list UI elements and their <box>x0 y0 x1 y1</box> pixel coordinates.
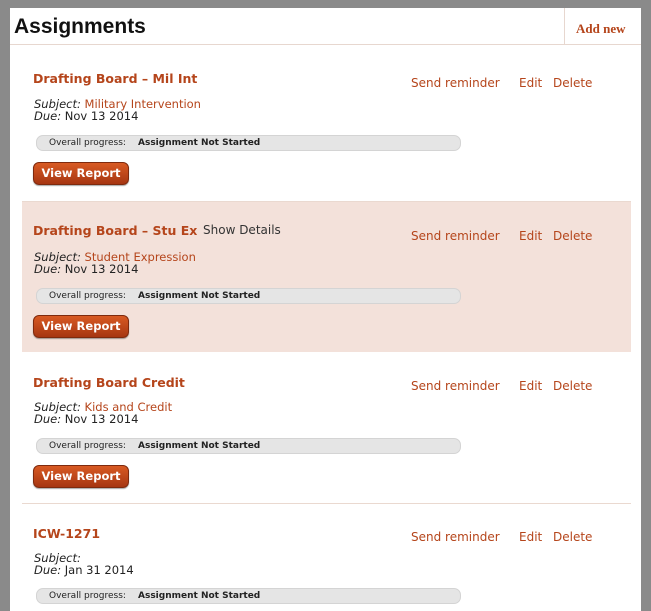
assignment-actions: Send reminder Edit Delete <box>411 76 631 92</box>
assignment-actions: Send reminder Edit Delete <box>411 229 631 245</box>
progress-bar: Overall progress: Assignment Not Started <box>36 135 461 151</box>
page-title: Assignments <box>14 15 146 38</box>
edit-link[interactable]: Edit <box>519 76 542 90</box>
due-date: Nov 13 2014 <box>64 412 139 426</box>
progress-label: Overall progress: <box>49 291 126 301</box>
add-new-cell: Add new <box>564 8 641 44</box>
assignment-title-link[interactable]: Drafting Board – Stu Ex <box>33 223 197 238</box>
edit-link[interactable]: Edit <box>519 229 542 243</box>
assignment-title-link[interactable]: Drafting Board Credit <box>33 375 185 390</box>
progress-label: Overall progress: <box>49 591 126 601</box>
due-line: Due: Nov 13 2014 <box>34 263 138 276</box>
panel-header: Assignments Add new <box>10 8 641 45</box>
send-reminder-link[interactable]: Send reminder <box>411 76 500 90</box>
progress-bar: Overall progress: Assignment Not Started <box>36 588 461 604</box>
assignment-actions: Send reminder Edit Delete <box>411 530 631 546</box>
assignments-panel: Assignments Add new Drafting Board – Mil… <box>10 8 641 611</box>
due-label: Due: <box>34 412 62 426</box>
progress-status: Assignment Not Started <box>138 291 261 301</box>
assignment-title-link[interactable]: Drafting Board – Mil Int <box>33 71 197 86</box>
assignment-item: Drafting Board – Mil Int Send reminder E… <box>22 45 631 202</box>
due-date: Nov 13 2014 <box>64 109 139 123</box>
assignment-item: Drafting Board – Stu Ex Show Details Sen… <box>22 202 631 352</box>
assignment-actions: Send reminder Edit Delete <box>411 379 631 395</box>
assignment-item: Drafting Board Credit Send reminder Edit… <box>22 353 631 504</box>
delete-link[interactable]: Delete <box>553 76 592 90</box>
delete-link[interactable]: Delete <box>553 379 592 393</box>
add-new-link[interactable]: Add new <box>576 21 626 37</box>
view-report-button[interactable]: View Report <box>33 162 129 185</box>
delete-link[interactable]: Delete <box>553 530 592 544</box>
progress-bar: Overall progress: Assignment Not Started <box>36 438 461 454</box>
progress-status: Assignment Not Started <box>138 138 261 148</box>
progress-label: Overall progress: <box>49 441 126 451</box>
progress-status: Assignment Not Started <box>138 441 261 451</box>
due-line: Due: Nov 13 2014 <box>34 413 138 426</box>
show-details-link[interactable]: Show Details <box>203 223 281 237</box>
due-line: Due: Jan 31 2014 <box>34 564 134 577</box>
view-report-button[interactable]: View Report <box>33 465 129 488</box>
send-reminder-link[interactable]: Send reminder <box>411 229 500 243</box>
progress-status: Assignment Not Started <box>138 591 261 601</box>
edit-link[interactable]: Edit <box>519 379 542 393</box>
progress-bar: Overall progress: Assignment Not Started <box>36 288 461 304</box>
delete-link[interactable]: Delete <box>553 229 592 243</box>
due-date: Jan 31 2014 <box>64 563 134 577</box>
due-line: Due: Nov 13 2014 <box>34 110 138 123</box>
due-label: Due: <box>34 109 62 123</box>
due-label: Due: <box>34 262 62 276</box>
edit-link[interactable]: Edit <box>519 530 542 544</box>
due-label: Due: <box>34 563 62 577</box>
view-report-button[interactable]: View Report <box>33 315 129 338</box>
assignment-item: ICW-1271 Send reminder Edit Delete Subje… <box>22 504 631 611</box>
progress-label: Overall progress: <box>49 138 126 148</box>
assignment-title-link[interactable]: ICW-1271 <box>33 526 100 541</box>
due-date: Nov 13 2014 <box>64 262 139 276</box>
send-reminder-link[interactable]: Send reminder <box>411 530 500 544</box>
send-reminder-link[interactable]: Send reminder <box>411 379 500 393</box>
